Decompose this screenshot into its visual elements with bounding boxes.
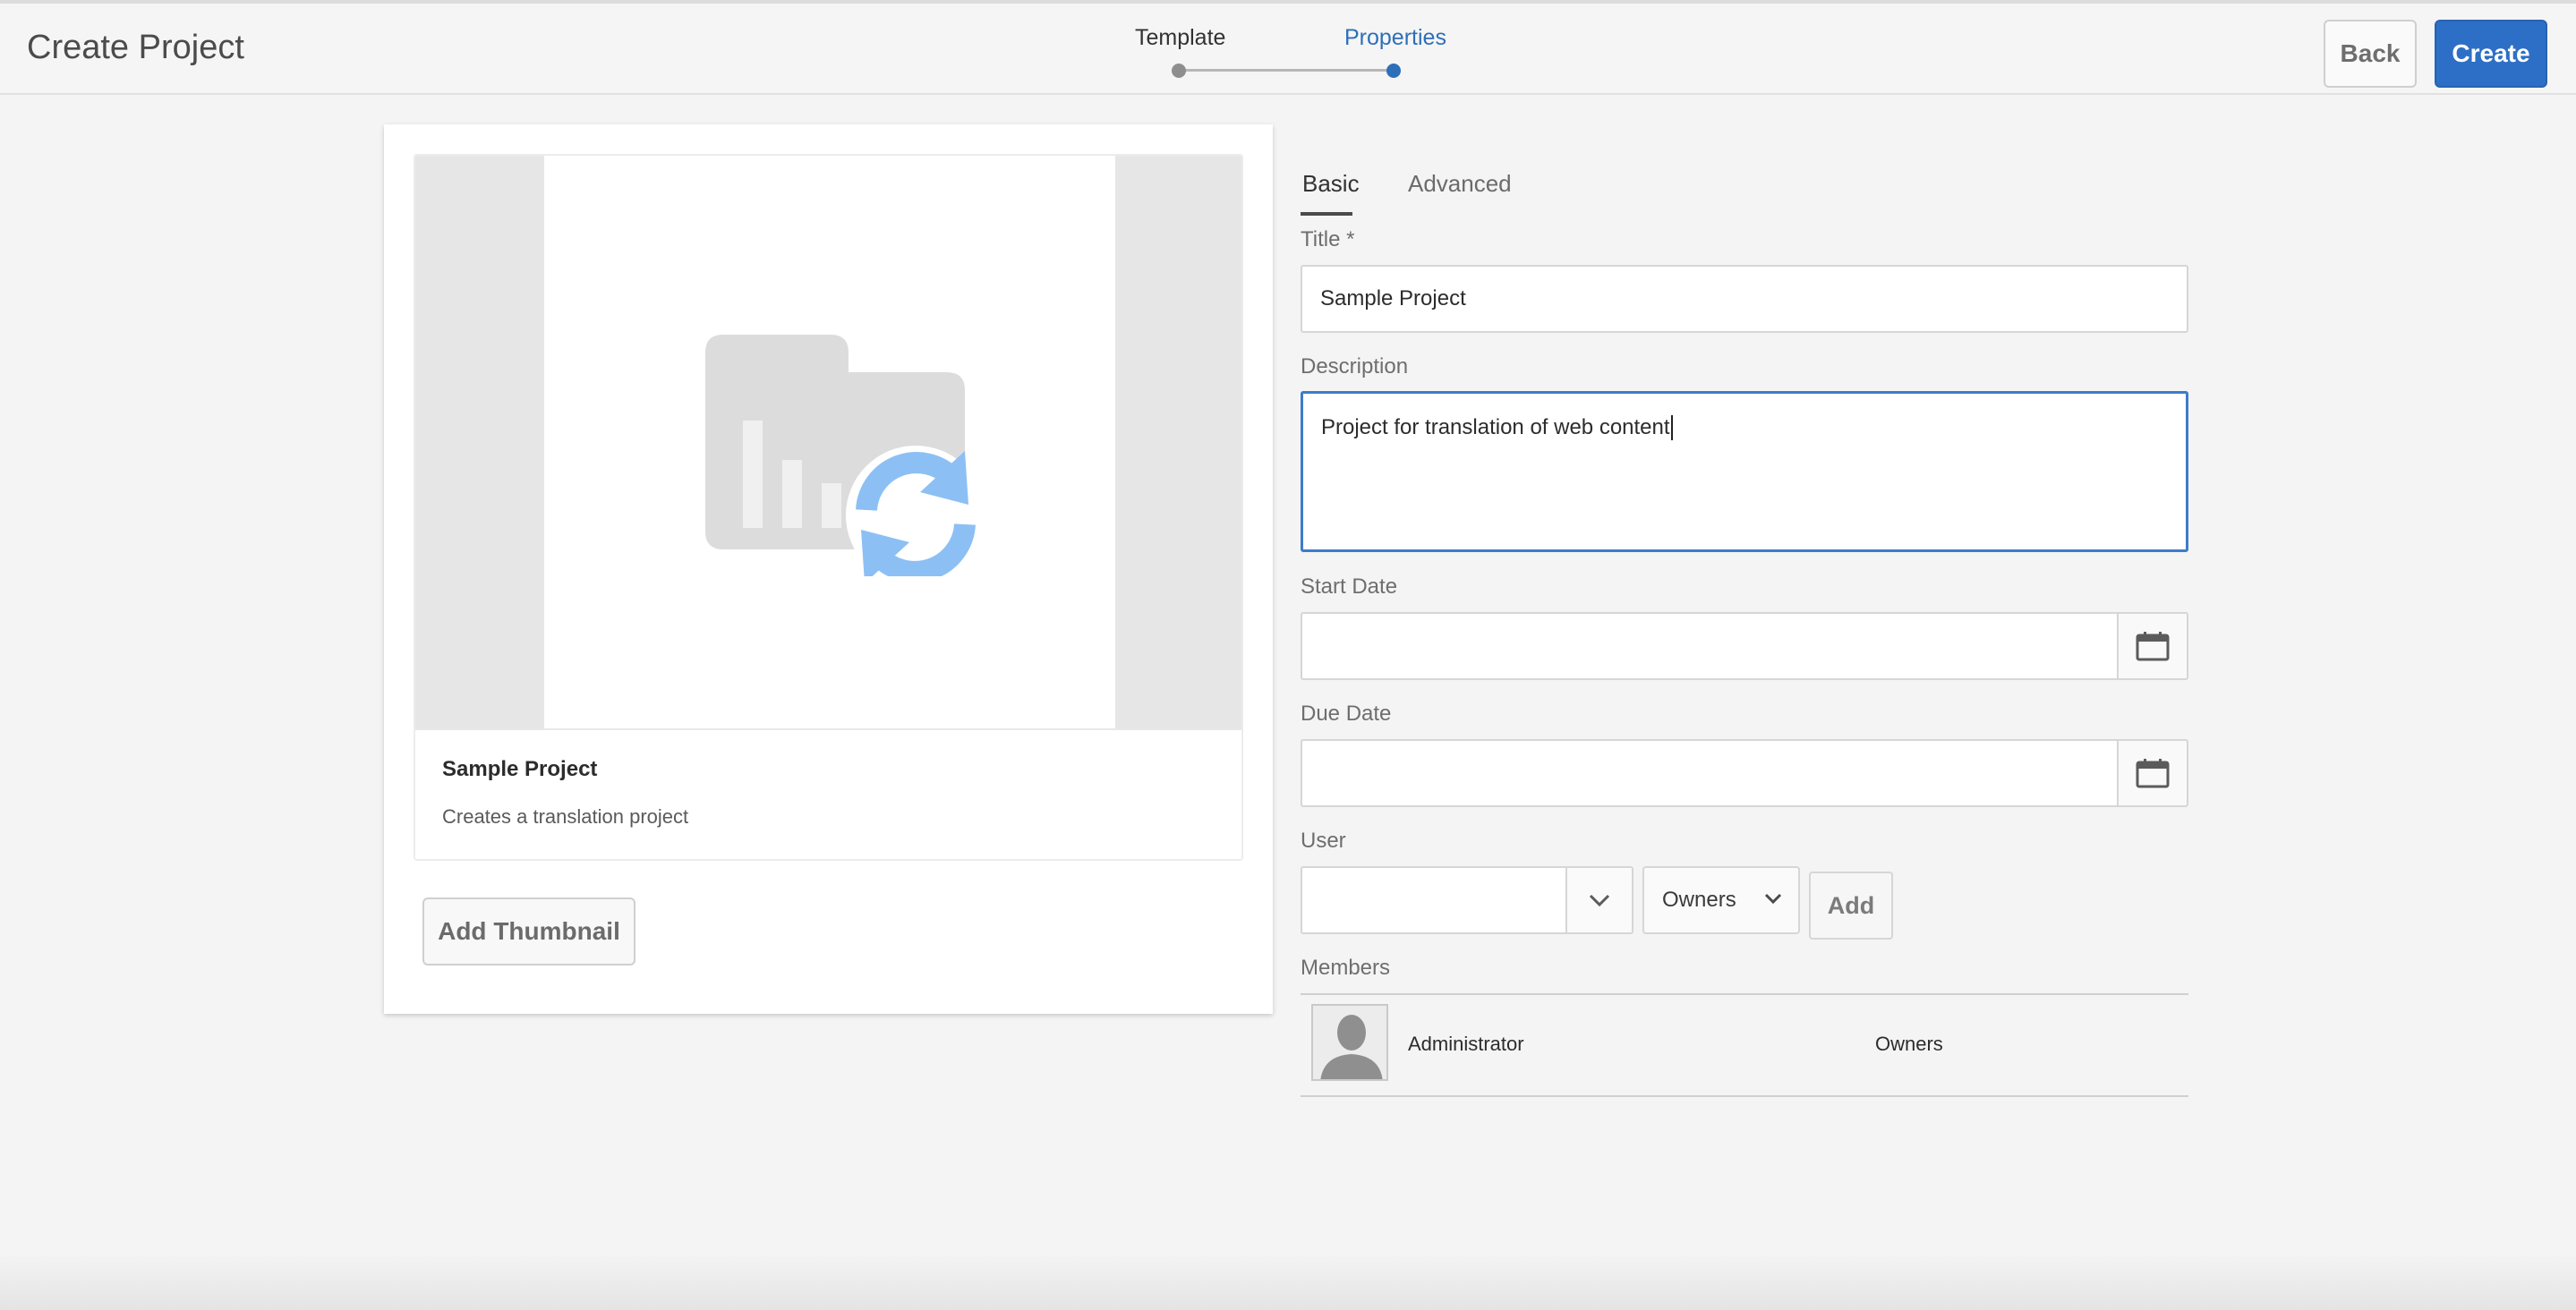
- start-date-calendar-button[interactable]: [2117, 612, 2188, 680]
- member-row: Administrator Owners: [1301, 995, 2188, 1095]
- chevron-down-icon: [1589, 894, 1610, 906]
- template-preview-panel: Sample Project Creates a translation pro…: [384, 124, 1273, 1014]
- step-properties[interactable]: Properties: [1344, 25, 1446, 51]
- translation-project-icon: [705, 335, 983, 576]
- wizard-header: Create Project Template Properties Back …: [0, 4, 2576, 95]
- active-tab-indicator: [1301, 212, 1352, 216]
- back-button[interactable]: Back: [2324, 20, 2417, 88]
- calendar-icon: [2136, 632, 2170, 661]
- user-autocomplete-input[interactable]: [1301, 866, 1567, 934]
- card-description: Creates a translation project: [442, 805, 689, 828]
- step-template[interactable]: Template: [1135, 25, 1225, 51]
- tab-basic[interactable]: Basic: [1302, 170, 1360, 198]
- start-date-label: Start Date: [1301, 574, 1398, 599]
- start-date-input[interactable]: [1301, 612, 2119, 680]
- user-dropdown-button[interactable]: [1565, 866, 1633, 934]
- tab-advanced[interactable]: Advanced: [1408, 170, 1512, 198]
- due-date-label: Due Date: [1301, 702, 1392, 726]
- create-button[interactable]: Create: [2435, 20, 2547, 88]
- due-date-calendar-button[interactable]: [2117, 739, 2188, 807]
- add-thumbnail-button[interactable]: Add Thumbnail: [422, 897, 635, 965]
- step-progress-line: [1180, 69, 1395, 72]
- description-textarea[interactable]: Project for translation of web content: [1301, 391, 2188, 552]
- bottom-shadow: [0, 1253, 2576, 1310]
- user-label: User: [1301, 829, 1346, 853]
- chevron-down-icon: [1764, 893, 1782, 904]
- calendar-icon: [2136, 759, 2170, 788]
- description-label: Description: [1301, 354, 1409, 379]
- title-input[interactable]: Sample Project: [1301, 265, 2188, 333]
- title-label: Title *: [1301, 227, 1355, 251]
- role-select-value: Owners: [1662, 888, 1736, 912]
- members-divider-bottom: [1301, 1095, 2188, 1097]
- member-name: Administrator: [1408, 1033, 1524, 1055]
- title-input-value: Sample Project: [1320, 286, 1466, 310]
- avatar: [1311, 1004, 1388, 1081]
- step-properties-dot: [1386, 64, 1401, 78]
- card-title: Sample Project: [442, 757, 598, 781]
- add-member-button[interactable]: Add: [1809, 872, 1893, 940]
- user-silhouette-icon: [1313, 1006, 1386, 1079]
- step-template-dot: [1172, 64, 1186, 78]
- text-caret: [1670, 415, 1673, 440]
- description-textarea-value: Project for translation of web content: [1321, 415, 1670, 439]
- card-footer: Sample Project Creates a translation pro…: [415, 728, 1241, 859]
- page-title: Create Project: [27, 29, 244, 66]
- due-date-input[interactable]: [1301, 739, 2119, 807]
- members-label: Members: [1301, 956, 1391, 980]
- member-role: Owners: [1875, 1033, 1943, 1055]
- template-card: Sample Project Creates a translation pro…: [414, 154, 1243, 861]
- card-thumbnail: [415, 156, 1241, 728]
- role-select[interactable]: Owners: [1642, 866, 1800, 934]
